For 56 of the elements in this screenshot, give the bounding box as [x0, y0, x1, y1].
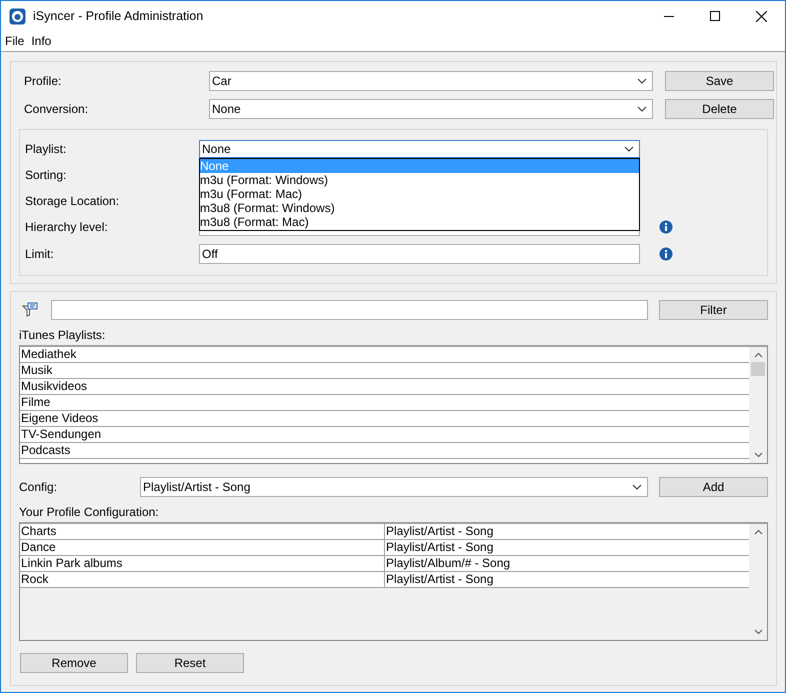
menu-item[interactable]: File — [5, 34, 24, 48]
table-cell-text: Playlist/Artist - Song — [385, 572, 494, 587]
table-cell-text: Playlist/Album/# - Song — [385, 556, 512, 571]
list-item[interactable]: Musikvideos — [20, 379, 749, 395]
list-item[interactable]: Podcasts — [20, 443, 749, 459]
section-label: iTunes Playlists: — [19, 328, 106, 342]
scroll-up-icon[interactable] — [754, 529, 762, 535]
combo-box[interactable]: None — [209, 99, 653, 119]
info-icon[interactable] — [659, 220, 673, 234]
scroll-up-icon[interactable] — [754, 352, 762, 358]
scrollbar-thumb[interactable] — [751, 362, 765, 376]
action-button[interactable]: Save — [665, 71, 774, 91]
section-label: Your Profile Configuration: — [19, 505, 160, 519]
info-icon[interactable] — [659, 247, 673, 261]
list-item[interactable]: TV-Sendungen — [20, 427, 749, 443]
scrollbar[interactable] — [749, 347, 767, 463]
scroll-down-icon[interactable] — [754, 629, 762, 635]
list-item[interactable]: Mediathek — [20, 347, 749, 363]
text-field[interactable]: Off — [199, 244, 640, 264]
table-cell-text: Playlist/Artist - Song — [385, 524, 494, 539]
table-cell: Rock — [20, 572, 385, 587]
filter-icon[interactable] — [22, 302, 38, 318]
table-cell: Dance — [20, 540, 385, 555]
table-cell: Charts — [20, 524, 385, 539]
dropdown-option[interactable]: m3u (Format: Mac) — [200, 187, 639, 201]
dropdown-option[interactable]: m3u8 (Format: Mac) — [200, 215, 639, 229]
filter-input[interactable] — [51, 300, 648, 320]
field-label: Sorting: — [25, 168, 68, 182]
close-icon[interactable] — [756, 10, 767, 22]
field-label: Config: — [19, 480, 58, 494]
action-button[interactable]: Remove — [20, 653, 128, 673]
scroll-down-icon[interactable] — [754, 452, 762, 458]
window-title: iSyncer - Profile Administration — [33, 9, 204, 23]
list-item[interactable]: Eigene Videos — [20, 411, 749, 427]
add-button[interactable]: Add — [659, 477, 768, 497]
field-label: Storage Location: — [25, 194, 120, 208]
filter-button[interactable]: Filter — [659, 300, 768, 320]
app-logo-icon — [9, 8, 26, 24]
maximize-icon[interactable] — [710, 11, 720, 21]
menu-item[interactable]: Info — [31, 34, 52, 48]
dropdown-option[interactable]: m3u (Format: Windows) — [200, 173, 639, 187]
field-label: Conversion: — [24, 102, 90, 116]
list-item[interactable]: Musik — [20, 363, 749, 379]
combo-box[interactable]: None — [199, 140, 640, 158]
action-button[interactable]: Reset — [136, 653, 244, 673]
table-cell: Linkin Park albums — [20, 556, 385, 571]
action-button[interactable]: Delete — [665, 99, 774, 119]
combo-box[interactable]: Playlist/Artist - Song — [140, 477, 648, 497]
dropdown-option[interactable]: m3u8 (Format: Windows) — [200, 201, 639, 215]
field-label: Playlist: — [25, 142, 68, 156]
list-item[interactable]: Filme — [20, 395, 749, 411]
field-label: Limit: — [25, 247, 55, 261]
table-cell-text: Playlist/Artist - Song — [385, 540, 494, 555]
combo-box[interactable]: Car — [209, 71, 653, 91]
field-label: Hierarchy level: — [25, 220, 109, 234]
field-label: Profile: — [24, 74, 62, 88]
